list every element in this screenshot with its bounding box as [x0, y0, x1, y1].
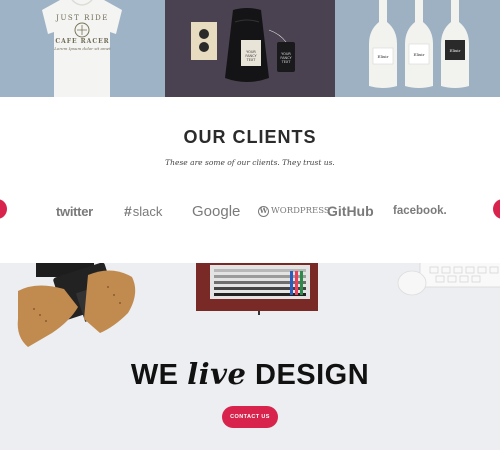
- contact-us-button[interactable]: CONTACT US: [222, 406, 278, 428]
- clients-subtitle: These are some of our clients. They trus…: [165, 158, 335, 167]
- gallery-tile-packaging[interactable]: YOUR FANCY TEXT YOUR FANCY TEXT: [165, 0, 335, 97]
- hero-title-live: live: [187, 357, 247, 391]
- gallery-tile-bottles[interactable]: Elixir Elixir Elixir: [335, 0, 500, 97]
- hang-tag-text: YOUR FANCY TEXT: [280, 52, 292, 64]
- github-wordmark: GitHub: [327, 203, 374, 219]
- slack-hash-icon: #: [124, 203, 132, 219]
- facebook-wordmark: facebook.: [393, 205, 447, 217]
- google-wordmark: Google: [192, 202, 241, 220]
- wordpress-icon: W: [258, 205, 269, 217]
- packaging-image: [191, 8, 295, 82]
- tshirt-print-line2: CAFE RACER: [55, 38, 110, 45]
- portfolio-gallery: JUST RIDE CAFE RACER Lorem Ipsum dolor s…: [0, 0, 500, 97]
- clients-section: OUR CLIENTS These are some of our client…: [0, 97, 500, 263]
- twitter-logo[interactable]: twitter: [56, 200, 93, 222]
- wordpress-wordmark: WORDPRESS: [271, 206, 330, 216]
- google-logo[interactable]: Google: [192, 200, 240, 222]
- gallery-tile-tshirt[interactable]: JUST RIDE CAFE RACER Lorem Ipsum dolor s…: [0, 0, 165, 97]
- bottles-image: [369, 0, 469, 88]
- tshirt-print-line3: Lorem Ipsum dolor sit amet: [54, 46, 111, 51]
- bag-tag-text: YOUR FANCY TEXT: [245, 50, 257, 62]
- hero-title-we: WE: [130, 359, 179, 391]
- hero-title: WE live DESIGN: [0, 357, 500, 392]
- wordpress-logo[interactable]: W WORDPRESS: [258, 200, 330, 222]
- hero-section: WE live DESIGN CONTACT US: [0, 263, 500, 450]
- tshirt-print-line1: JUST RIDE: [56, 14, 109, 22]
- facebook-logo[interactable]: facebook.: [393, 200, 447, 222]
- slack-wordmark: slack: [132, 203, 163, 219]
- bottle-label-1: Elixir: [377, 54, 389, 59]
- bottle-label-2: Elixir: [413, 52, 425, 57]
- github-logo[interactable]: GitHub: [327, 200, 374, 222]
- pencil-box-illustration: [196, 263, 318, 315]
- twitter-wordmark: twitter: [56, 203, 93, 219]
- bottle-label-3: Elixir: [449, 48, 461, 53]
- hero-title-design: DESIGN: [255, 359, 370, 391]
- client-logos-carousel: twitter # slack Google W WORDPRESS GitHu…: [50, 200, 450, 222]
- slack-logo[interactable]: # slack: [124, 200, 162, 222]
- clients-title: OUR CLIENTS: [183, 127, 317, 147]
- keyboard-illustration: [419, 263, 500, 288]
